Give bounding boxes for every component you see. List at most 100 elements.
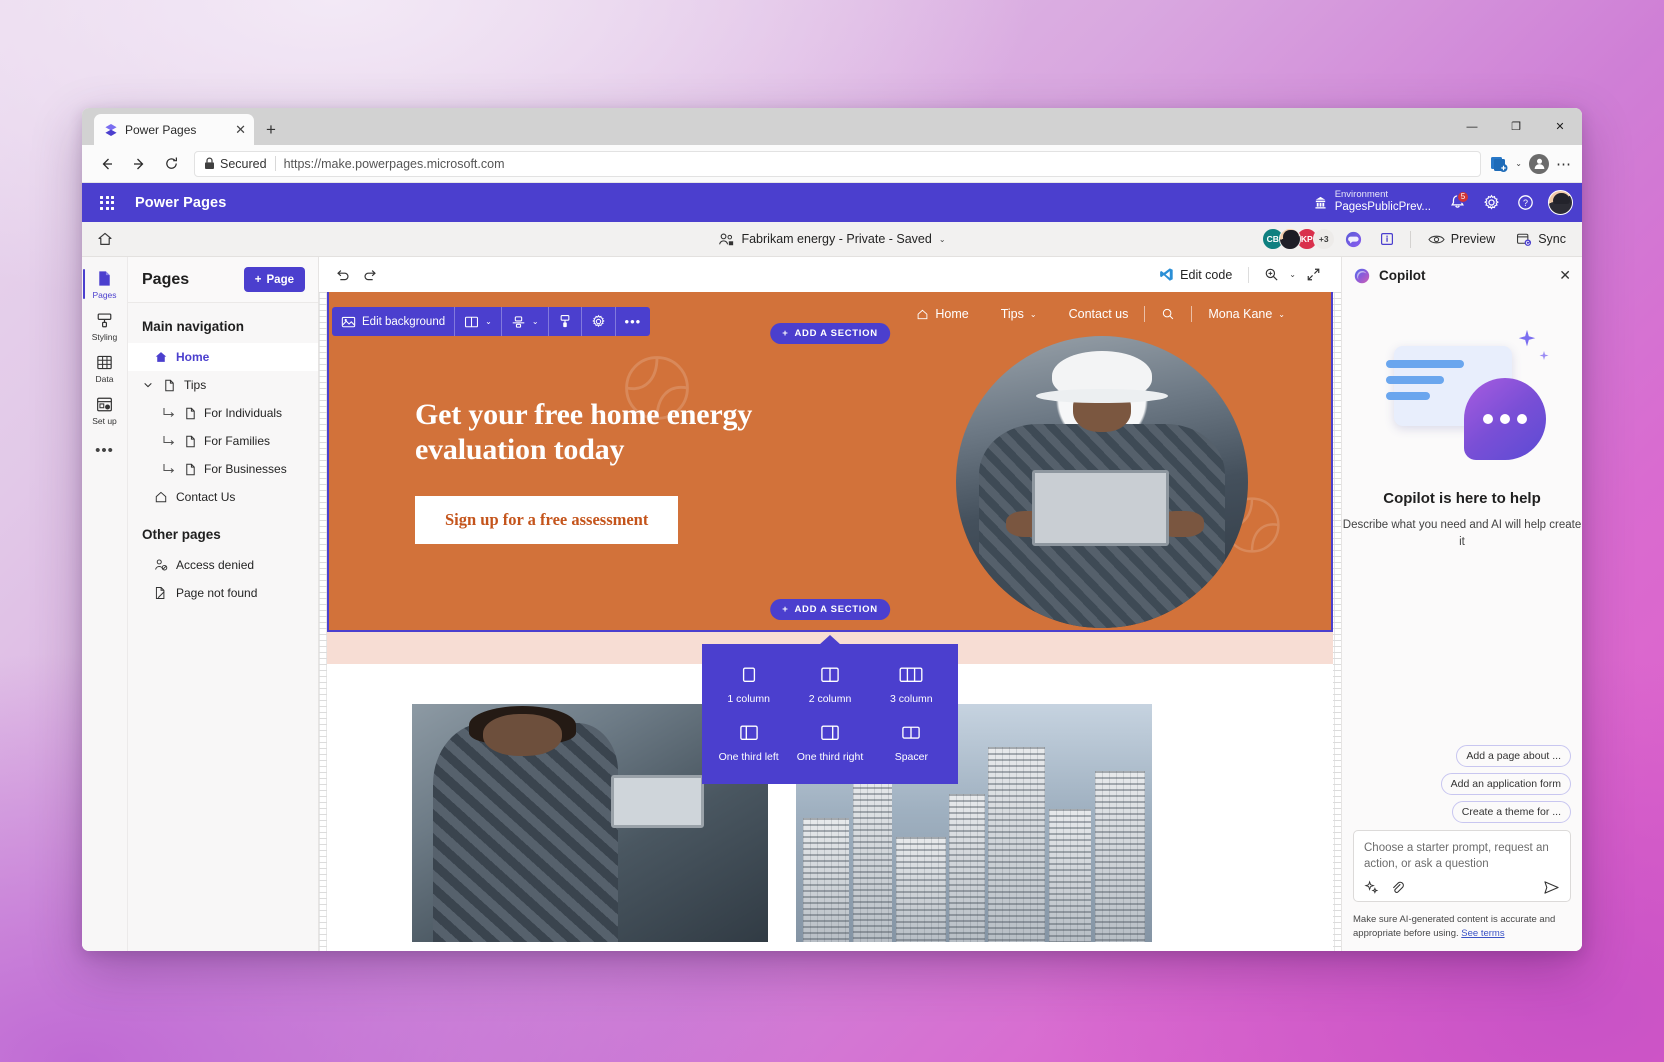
attach-clip-icon[interactable] <box>1390 880 1405 895</box>
zoom-icon[interactable] <box>1258 262 1285 287</box>
app-launcher-icon[interactable] <box>91 187 123 219</box>
sidebar-item-access-denied[interactable]: Access denied <box>128 551 318 579</box>
window-controls: — ❐ ✕ <box>1450 108 1582 145</box>
settings-gear-icon[interactable] <box>582 307 615 336</box>
browser-tab[interactable]: Power Pages ✕ <box>94 114 254 145</box>
site-nav-label: Tips <box>1000 307 1024 321</box>
copilot-input-placeholder: Choose a starter prompt, request an acti… <box>1364 841 1549 871</box>
columns-layout-button[interactable]: ⌄ <box>455 307 501 336</box>
copilot-chip-add-page[interactable]: Add a page about ... <box>1456 744 1571 767</box>
more-options-button[interactable]: ••• <box>616 307 651 336</box>
sidebar-item-for-businesses[interactable]: For Businesses <box>128 455 318 483</box>
add-section-bottom-button[interactable]: + ADD A SECTION <box>770 599 890 620</box>
rail-more-icon[interactable]: ••• <box>95 432 114 469</box>
avatar[interactable] <box>1278 228 1301 250</box>
sidebar-item-for-families[interactable]: For Families <box>128 427 318 455</box>
chevron-down-icon: ⌄ <box>485 317 492 326</box>
user-avatar[interactable] <box>1548 190 1573 215</box>
subpage-arrow-icon <box>162 463 176 475</box>
chevron-down-icon[interactable] <box>141 380 154 390</box>
rail-item-pages[interactable]: Pages <box>82 264 127 304</box>
info-icon[interactable] <box>1373 226 1401 252</box>
sidebar-item-label: Page not found <box>176 586 258 600</box>
home-icon[interactable] <box>90 226 120 253</box>
add-section-top-button[interactable]: + ADD A SECTION <box>770 323 890 344</box>
notifications-icon[interactable]: 5 <box>1442 188 1472 218</box>
edit-background-button[interactable]: Edit background <box>332 307 454 336</box>
sidebar-item-label: For Families <box>204 434 271 448</box>
expand-icon[interactable] <box>1300 262 1327 287</box>
preview-button[interactable]: Preview <box>1420 226 1503 252</box>
sparkle-icon[interactable] <box>1364 879 1379 895</box>
copilot-chip-create-theme[interactable]: Create a theme for ... <box>1451 800 1571 823</box>
forward-icon[interactable] <box>124 150 154 178</box>
redo-icon[interactable] <box>356 262 383 287</box>
layout-option-1-column[interactable]: 1 column <box>708 660 789 712</box>
site-name-selector[interactable]: Fabrikam energy - Private - Saved ⌄ <box>718 232 946 247</box>
site-nav-tips[interactable]: Tips ⌄ <box>985 307 1053 321</box>
url-bar[interactable]: Secured https://make.powerpages.microsof… <box>194 150 1482 177</box>
site-nav-home[interactable]: Home <box>900 307 984 321</box>
chevron-down-icon[interactable]: ⌄ <box>1515 159 1522 168</box>
sidebar-item-contact-us[interactable]: Contact Us <box>128 483 318 511</box>
theme-paint-button[interactable] <box>549 307 581 336</box>
alignment-button[interactable]: ⌄ <box>502 307 548 336</box>
collaborator-facepile[interactable]: CB KP +3 <box>1261 228 1335 250</box>
page-icon <box>183 463 197 476</box>
sync-button[interactable]: Sync <box>1508 226 1574 252</box>
sidebar-item-tips[interactable]: Tips <box>128 371 318 399</box>
sparkle-icon <box>1516 328 1538 350</box>
layout-option-one-third-right[interactable]: One third right <box>789 718 870 770</box>
browser-address-bar: Secured https://make.powerpages.microsof… <box>82 145 1582 183</box>
page-icon <box>162 379 176 392</box>
minimize-icon[interactable]: — <box>1450 108 1494 145</box>
site-canvas[interactable]: Home Tips ⌄ Contact us Mona Kane ⌄ Get y… <box>319 292 1341 951</box>
layout-option-one-third-left[interactable]: One third left <box>708 718 789 770</box>
close-icon[interactable]: ✕ <box>1559 267 1571 284</box>
rail-item-data[interactable]: Data <box>83 348 127 388</box>
settings-gear-icon[interactable] <box>1476 188 1506 218</box>
copilot-icon[interactable] <box>1340 226 1368 252</box>
browser-more-icon[interactable]: ⋯ <box>1556 155 1572 173</box>
undo-icon[interactable] <box>329 262 356 287</box>
rail-item-styling[interactable]: Styling <box>83 306 127 346</box>
sidebar-item-for-individuals[interactable]: For Individuals <box>128 399 318 427</box>
profile-avatar[interactable] <box>1529 153 1549 174</box>
see-terms-link[interactable]: See terms <box>1461 928 1504 939</box>
app-body: Pages Styling Data Set up ••• Pages + Pa… <box>82 257 1582 951</box>
collections-icon[interactable] <box>1489 154 1508 173</box>
hero-cta-button[interactable]: Sign up for a free assessment <box>415 495 679 544</box>
maximize-icon[interactable]: ❐ <box>1494 108 1538 145</box>
sidebar-item-home[interactable]: Home <box>128 343 318 371</box>
app-brand-title[interactable]: Power Pages <box>135 195 226 211</box>
avatar-overflow-count[interactable]: +3 <box>1312 228 1335 250</box>
environment-selector[interactable]: Environment PagesPublicPrev... <box>1306 189 1438 214</box>
sidebar-item-page-not-found[interactable]: Page not found <box>128 579 318 607</box>
layout-option-spacer[interactable]: Spacer <box>871 718 952 770</box>
new-tab-button[interactable]: + <box>266 121 276 138</box>
edit-code-button[interactable]: Edit code <box>1152 262 1239 287</box>
search-icon[interactable] <box>1145 307 1191 321</box>
layout-option-label: 1 column <box>727 693 770 705</box>
site-nav-contact-us[interactable]: Contact us <box>1053 307 1145 321</box>
close-icon[interactable]: ✕ <box>235 123 246 136</box>
site-user-menu[interactable]: Mona Kane ⌄ <box>1192 307 1301 321</box>
plus-icon: + <box>782 604 789 615</box>
site-user-name: Mona Kane <box>1208 307 1273 321</box>
copilot-input-box[interactable]: Choose a starter prompt, request an acti… <box>1353 829 1571 902</box>
add-page-button[interactable]: + Page <box>243 267 305 292</box>
layout-option-3-column[interactable]: 3 column <box>871 660 952 712</box>
rail-item-setup[interactable]: Set up <box>83 390 127 430</box>
layout-option-2-column[interactable]: 2 column <box>789 660 870 712</box>
copilot-input-actions <box>1364 879 1560 895</box>
browser-tab-title: Power Pages <box>125 122 197 137</box>
window-close-icon[interactable]: ✕ <box>1538 108 1582 145</box>
site-people-icon <box>718 232 734 247</box>
notification-badge: 5 <box>1457 190 1469 203</box>
copilot-chip-application-form[interactable]: Add an application form <box>1440 772 1571 795</box>
send-icon[interactable] <box>1543 880 1560 895</box>
help-icon[interactable]: ? <box>1510 188 1540 218</box>
chevron-down-icon[interactable]: ⌄ <box>1289 270 1296 279</box>
back-icon[interactable] <box>92 150 122 178</box>
reload-icon[interactable] <box>156 150 186 178</box>
